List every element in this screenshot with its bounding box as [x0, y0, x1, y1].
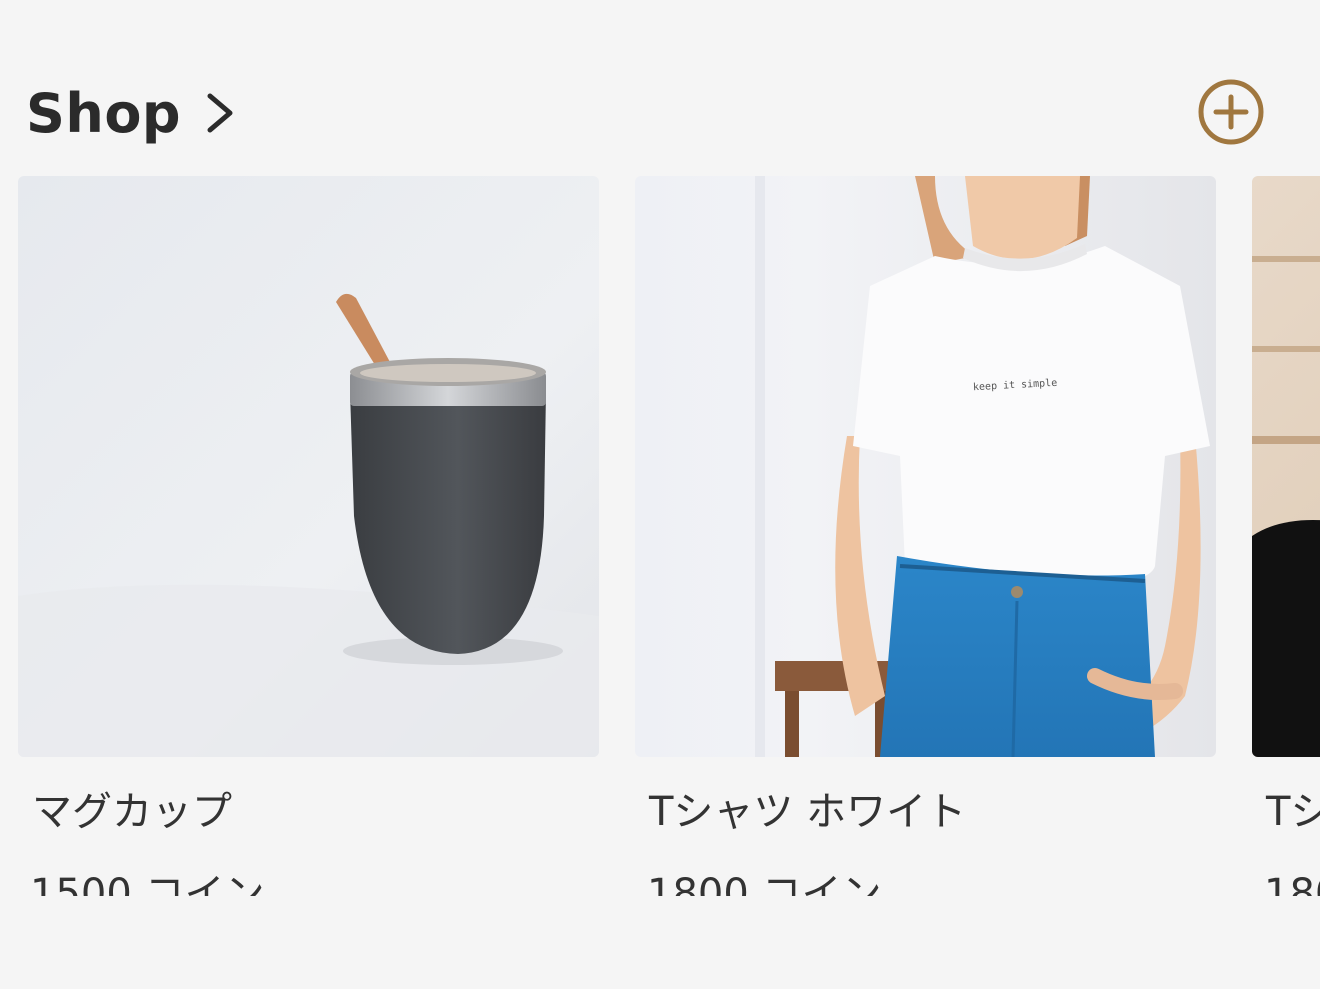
product-card[interactable]: マグカップ 1500 コイン: [18, 176, 599, 896]
product-card[interactable]: Tシャツ 1800 コイン: [1252, 176, 1320, 896]
black-tshirt-photo[interactable]: [1252, 176, 1320, 757]
product-carousel[interactable]: マグカップ 1500 コイン keep it simple Tシャツ ホワイト …: [18, 176, 1320, 896]
product-name: Tシャツ ホワイト: [649, 789, 967, 835]
mug-photo[interactable]: [18, 176, 599, 757]
add-circle-icon[interactable]: [1196, 77, 1266, 147]
chevron-right-icon: [207, 93, 233, 133]
section-title: Shop: [26, 81, 182, 145]
product-price: 1800 コイン: [1264, 871, 1320, 896]
shop-header[interactable]: Shop: [26, 78, 237, 148]
product-name: Tシャツ: [1266, 789, 1320, 835]
product-price: 1500 コイン: [30, 871, 265, 896]
product-card[interactable]: keep it simple Tシャツ ホワイト 1800 コイン: [635, 176, 1216, 896]
white-tshirt-photo[interactable]: keep it simple: [635, 176, 1216, 757]
product-name: マグカップ: [32, 789, 232, 835]
product-price: 1800 コイン: [647, 871, 882, 896]
